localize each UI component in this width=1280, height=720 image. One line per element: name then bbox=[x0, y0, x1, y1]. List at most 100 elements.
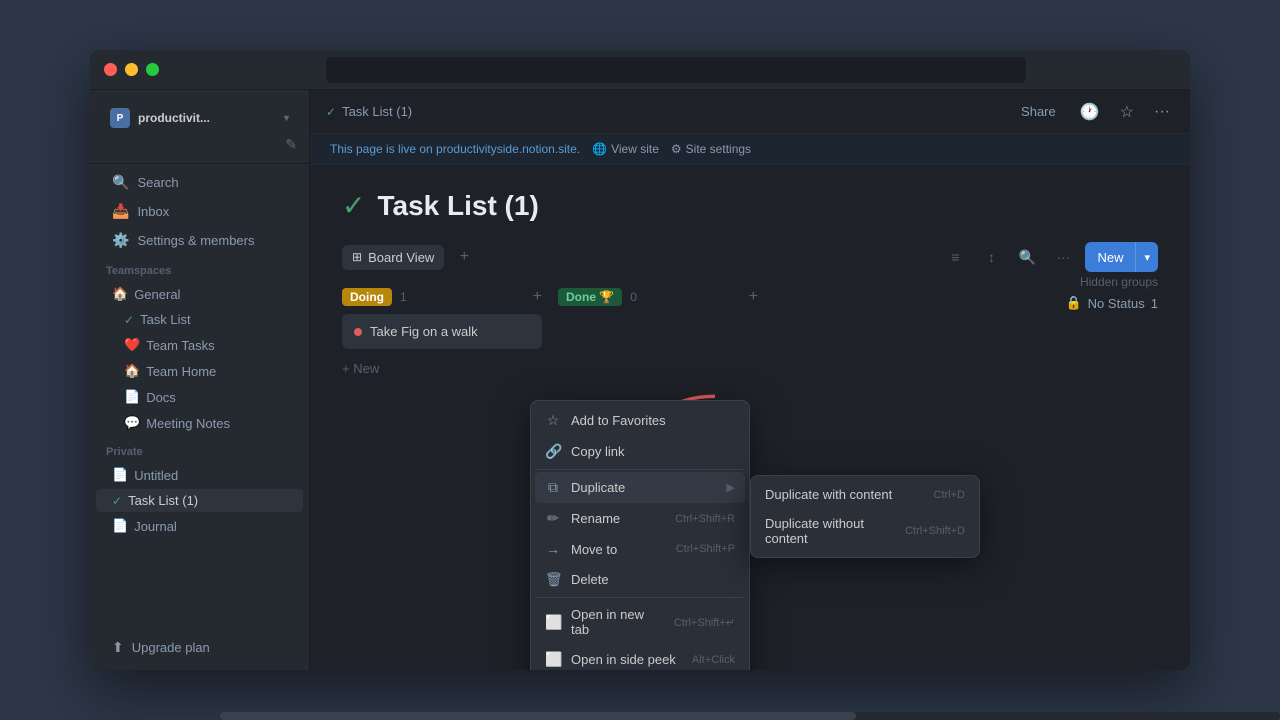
tab-board-view[interactable]: ⊞ Board View bbox=[342, 245, 444, 270]
page-header: ✓ Task List (1) Share 🕐 ☆ ··· bbox=[310, 90, 1190, 134]
minimize-button[interactable] bbox=[125, 63, 138, 76]
search-icon: 🔍 bbox=[112, 174, 129, 191]
done-column-header: Done 🏆 0 + bbox=[558, 288, 758, 306]
meeting-notes-icon: 💬 bbox=[124, 415, 140, 431]
team-tasks-icon: ❤️ bbox=[124, 337, 140, 353]
general-icon: 🏠 bbox=[112, 286, 128, 302]
dup-with-content[interactable]: Duplicate with content Ctrl+D bbox=[755, 480, 975, 509]
more-icon[interactable]: ··· bbox=[1150, 99, 1174, 125]
add-view-button[interactable]: + bbox=[452, 245, 476, 269]
clock-icon[interactable]: 🕐 bbox=[1076, 98, 1104, 126]
ctx-divider-1 bbox=[535, 469, 745, 470]
more-options-button[interactable]: ··· bbox=[1049, 243, 1077, 271]
new-button-chevron[interactable]: ▾ bbox=[1135, 242, 1158, 272]
sidebar-item-journal[interactable]: 📄 Journal bbox=[96, 514, 303, 538]
no-status-count: 1 bbox=[1151, 296, 1158, 311]
traffic-lights bbox=[104, 63, 159, 76]
doing-add-button[interactable]: + bbox=[533, 288, 542, 306]
team-home-icon: 🏠 bbox=[124, 363, 140, 379]
view-site-button[interactable]: 🌐 View site bbox=[592, 142, 659, 156]
ctx-add-favorites[interactable]: ☆ Add to Favorites bbox=[535, 405, 745, 436]
ctx-new-tab-shortcut: Ctrl+Shift+↵ bbox=[674, 616, 735, 629]
page-title-row: ✓ Task List (1) bbox=[342, 189, 1158, 222]
edit-icon[interactable]: ✎ bbox=[285, 136, 297, 153]
new-button[interactable]: New bbox=[1085, 250, 1135, 265]
done-label: Done 🏆 bbox=[558, 288, 622, 306]
upgrade-label: Upgrade plan bbox=[132, 640, 210, 655]
star-icon[interactable]: ☆ bbox=[1116, 98, 1138, 126]
filter-button[interactable]: ≡ bbox=[941, 243, 969, 271]
workspace-icon: P bbox=[110, 108, 130, 128]
sidebar-top: P productivit... ▾ ✎ bbox=[90, 98, 309, 164]
close-button[interactable] bbox=[104, 63, 117, 76]
add-new-label: + New bbox=[342, 361, 379, 376]
doing-new-button[interactable]: + New bbox=[342, 357, 542, 380]
context-menu: ☆ Add to Favorites 🔗 Copy link ⧉ Duplica… bbox=[530, 400, 750, 670]
board-card-fig[interactable]: Take Fig on a walk bbox=[342, 314, 542, 349]
teamspaces-label: Teamspaces bbox=[90, 255, 309, 281]
done-count: 0 bbox=[630, 290, 637, 304]
docs-label: Docs bbox=[146, 390, 176, 405]
chevron-down-icon: ▾ bbox=[284, 113, 289, 124]
sidebar-item-settings[interactable]: ⚙️ Settings & members bbox=[96, 227, 303, 254]
doing-column: Doing 1 + Take Fig on a walk + New bbox=[342, 288, 542, 380]
sidebar-item-meeting-notes[interactable]: 💬 Meeting Notes bbox=[96, 411, 303, 435]
board-icon: ⊞ bbox=[352, 250, 362, 264]
breadcrumb-label: Task List (1) bbox=[342, 104, 412, 119]
doing-label: Doing bbox=[342, 288, 392, 306]
sidebar-item-docs[interactable]: 📄 Docs bbox=[96, 385, 303, 409]
view-actions: ≡ ↕ 🔍 ··· New ▾ bbox=[941, 242, 1158, 272]
sort-button[interactable]: ↕ bbox=[977, 243, 1005, 271]
sidebar-item-inbox[interactable]: 📥 Inbox bbox=[96, 198, 303, 225]
breadcrumb: ✓ Task List (1) bbox=[326, 104, 412, 119]
inbox-icon: 📥 bbox=[112, 203, 129, 220]
ctx-delete[interactable]: 🗑 Delete bbox=[535, 564, 745, 595]
publish-banner: This page is live on productivityside.no… bbox=[310, 134, 1190, 165]
duplicate-icon: ⧉ bbox=[545, 479, 561, 496]
task-list-1-label: Task List (1) bbox=[128, 493, 198, 508]
delete-icon: 🗑 bbox=[545, 571, 561, 588]
ctx-open-new-tab[interactable]: ⬜ Open in new tab Ctrl+Shift+↵ bbox=[535, 600, 745, 644]
dup-with-content-label: Duplicate with content bbox=[765, 487, 892, 502]
sidebar-item-task-list[interactable]: ✓ Task List bbox=[96, 308, 303, 331]
no-status-label: No Status bbox=[1088, 296, 1145, 311]
workspace-row[interactable]: P productivit... ▾ bbox=[102, 102, 297, 134]
general-label: General bbox=[134, 287, 180, 302]
workspace-name: productivit... bbox=[138, 111, 276, 125]
ctx-copy-link[interactable]: 🔗 Copy link bbox=[535, 436, 745, 467]
dup-without-content[interactable]: Duplicate without content Ctrl+Shift+D bbox=[755, 509, 975, 553]
hidden-groups-label: Hidden groups bbox=[1080, 275, 1158, 289]
sidebar-item-untitled[interactable]: 📄 Untitled bbox=[96, 463, 303, 487]
ctx-duplicate[interactable]: ⧉ Duplicate ▶ bbox=[535, 472, 745, 503]
maximize-button[interactable] bbox=[146, 63, 159, 76]
ctx-rename[interactable]: ✏ Rename Ctrl+Shift+R bbox=[535, 503, 745, 534]
url-bar[interactable] bbox=[326, 57, 1026, 83]
link-icon: 🔗 bbox=[545, 443, 561, 460]
sidebar-item-general[interactable]: 🏠 General bbox=[96, 282, 303, 306]
upgrade-icon: ⬆ bbox=[112, 639, 124, 656]
share-button[interactable]: Share bbox=[1013, 100, 1064, 123]
sidebar-item-upgrade[interactable]: ⬆ Upgrade plan bbox=[96, 634, 303, 661]
new-tab-icon: ⬜ bbox=[545, 614, 561, 631]
sidebar-item-team-home[interactable]: 🏠 Team Home bbox=[96, 359, 303, 383]
site-settings-label: Site settings bbox=[686, 142, 751, 156]
sidebar-item-search[interactable]: 🔍 Search bbox=[96, 169, 303, 196]
ctx-open-side-peek[interactable]: ⬜ Open in side peek Alt+Click bbox=[535, 644, 745, 670]
task-list-label: Task List bbox=[140, 312, 191, 327]
doing-column-header: Doing 1 + bbox=[342, 288, 542, 306]
page-title: Task List (1) bbox=[377, 190, 538, 222]
site-settings-button[interactable]: ⚙ Site settings bbox=[671, 142, 751, 156]
view-site-label: View site bbox=[611, 142, 659, 156]
sidebar-item-team-tasks[interactable]: ❤️ Team Tasks bbox=[96, 333, 303, 357]
ctx-move-to[interactable]: → Move to Ctrl+Shift+P bbox=[535, 534, 745, 564]
ctx-duplicate-label: Duplicate bbox=[571, 480, 717, 495]
ctx-rename-shortcut: Ctrl+Shift+R bbox=[675, 513, 735, 525]
done-add-button[interactable]: + bbox=[749, 288, 758, 306]
no-status-group: 🔒 No Status 1 bbox=[1065, 295, 1158, 311]
sidebar-search-label: Search bbox=[137, 175, 178, 190]
task-list-check-icon: ✓ bbox=[124, 313, 134, 327]
sidebar-item-task-list-1[interactable]: ✓ Task List (1) bbox=[96, 489, 303, 512]
titlebar bbox=[90, 50, 1190, 90]
move-icon: → bbox=[545, 541, 561, 557]
search-view-button[interactable]: 🔍 bbox=[1013, 243, 1041, 271]
